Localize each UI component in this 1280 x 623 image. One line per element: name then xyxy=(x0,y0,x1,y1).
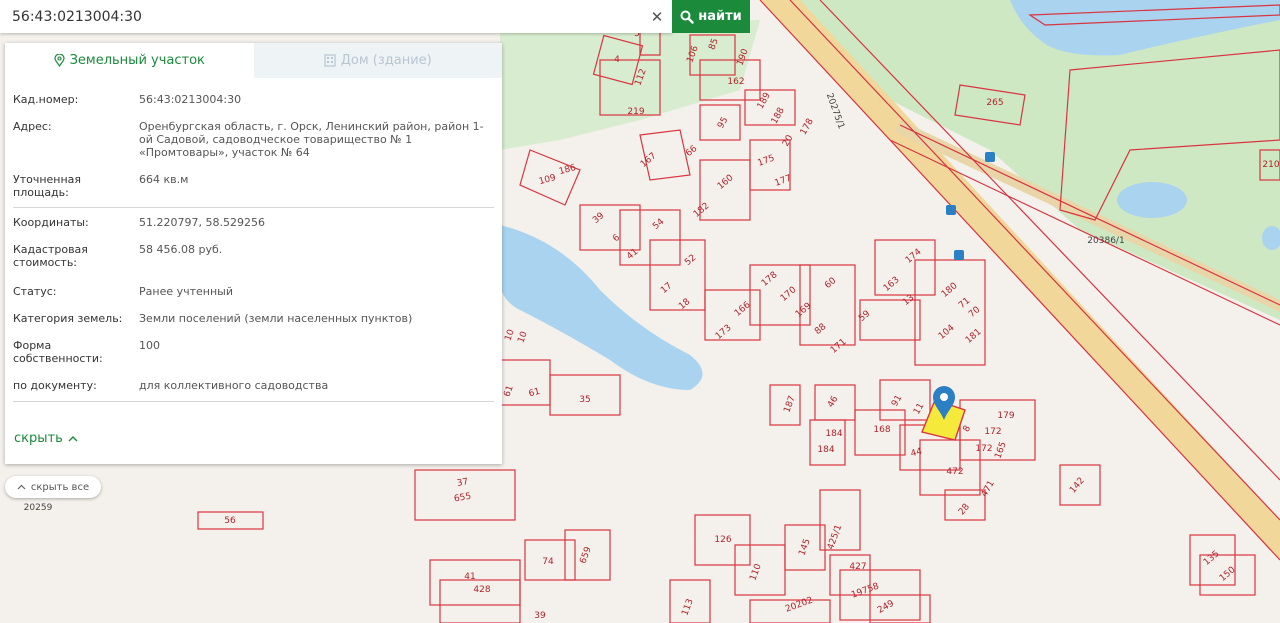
search-input[interactable] xyxy=(0,0,640,33)
ownership-row: Форма собственности: 100 xyxy=(13,339,494,365)
parcel-number-label: 184 xyxy=(825,429,842,439)
land-category-label: Категория земель: xyxy=(13,312,123,325)
search-icon xyxy=(680,10,694,24)
search-bar: ✕ xyxy=(0,0,672,33)
hide-all-label: скрыть все xyxy=(30,481,90,493)
parcel-number-label: 172 xyxy=(975,444,992,454)
parcel-number-label: 39 xyxy=(534,611,546,621)
land-category-value: Земли поселений (земли населенных пункто… xyxy=(139,312,413,325)
status-label: Статус: xyxy=(13,285,57,298)
divider xyxy=(13,207,494,208)
coordinates-row: Координаты: 51.220797, 58.529256 xyxy=(13,216,494,229)
cadastral-value-label: Кадастровая стоимость: xyxy=(13,243,88,269)
parcel-number-label: 56 xyxy=(224,516,236,526)
address-value: Оренбургская область, г. Орск, Ленинский… xyxy=(139,120,484,159)
tab-label: Дом (здание) xyxy=(340,53,432,68)
parcel-number-label: 41 xyxy=(464,572,475,582)
parcel-number-label: 4 xyxy=(614,55,620,65)
tab-label: Земельный участок xyxy=(69,53,205,68)
collapse-label: скрыть xyxy=(14,431,63,446)
road-label: 20386/1 xyxy=(1087,236,1124,246)
parcel-number-label: 172 xyxy=(984,427,1001,437)
chevron-up-icon xyxy=(68,436,78,442)
search-button[interactable]: найти xyxy=(672,0,750,33)
divider xyxy=(13,401,494,402)
parcel-number-label: 179 xyxy=(997,411,1014,421)
cadastral-number-row: Кад.номер: 56:43:0213004:30 xyxy=(13,93,494,106)
search-button-label: найти xyxy=(698,9,742,24)
hide-all-button[interactable]: скрыть все xyxy=(5,476,101,498)
parcel-number-label: 265 xyxy=(986,98,1003,108)
building-icon xyxy=(324,54,336,67)
tab-building[interactable]: Дом (здание) xyxy=(253,43,502,78)
ownership-label: Форма собственности: xyxy=(13,339,103,365)
coordinates-label: Координаты: xyxy=(13,216,89,229)
address-label: Адрес: xyxy=(13,120,52,133)
ownership-value: 100 xyxy=(139,339,160,352)
area-value: 664 кв.м xyxy=(139,173,189,186)
parcel-number-label: 427 xyxy=(849,562,866,572)
parcel-number-label: 472 xyxy=(946,467,963,477)
parcel-number-label: 162 xyxy=(727,77,744,87)
status-row: Статус: Ранее учтенный xyxy=(13,285,494,298)
by-document-value: для коллективного садоводства xyxy=(139,379,329,392)
tab-land-plot[interactable]: Земельный участок xyxy=(5,43,254,78)
cadastral-number-value: 56:43:0213004:30 xyxy=(139,93,242,106)
area-label: Уточненная площадь: xyxy=(13,173,82,199)
cadastral-value-row: Кадастровая стоимость: 58 456.08 руб. xyxy=(13,243,494,269)
parcel-number-label: 126 xyxy=(714,535,731,545)
close-icon: ✕ xyxy=(650,8,664,26)
clear-search-button[interactable]: ✕ xyxy=(646,6,668,28)
parcel-number-label: 210 xyxy=(1262,160,1279,170)
by-document-label: по документу: xyxy=(13,379,97,392)
status-value: Ранее учтенный xyxy=(139,285,233,298)
coordinates-value: 51.220797, 58.529256 xyxy=(139,216,265,229)
parcel-number-label: 219 xyxy=(627,107,644,117)
address-row: Адрес: Оренбургская область, г. Орск, Ле… xyxy=(13,120,494,159)
area-row: Уточненная площадь: 664 кв.м xyxy=(13,173,494,199)
road-label: 20259 xyxy=(24,503,53,513)
by-document-row: по документу: для коллективного садоводс… xyxy=(13,379,494,392)
cadastral-number-label: Кад.номер: xyxy=(13,93,79,106)
parcel-number-label: 168 xyxy=(873,425,890,435)
cadastral-value-value: 58 456.08 руб. xyxy=(139,243,223,256)
parcel-number-label: 37 xyxy=(456,477,469,489)
location-pin-icon xyxy=(53,54,65,67)
chevron-up-icon xyxy=(17,484,26,490)
parcel-number-label: 35 xyxy=(579,395,590,405)
parcel-info-panel: Земельный участок Дом (здание) Кад.номер… xyxy=(5,43,502,464)
info-tabs: Земельный участок Дом (здание) xyxy=(5,43,502,78)
parcel-number-label: 74 xyxy=(542,557,554,567)
parcel-number-label: 184 xyxy=(817,445,834,455)
land-category-row: Категория земель: Земли поселений (земли… xyxy=(13,312,494,325)
pond-east xyxy=(1117,182,1187,218)
parcel-number-label: 428 xyxy=(473,585,490,595)
collapse-panel-button[interactable]: скрыть xyxy=(14,431,78,446)
